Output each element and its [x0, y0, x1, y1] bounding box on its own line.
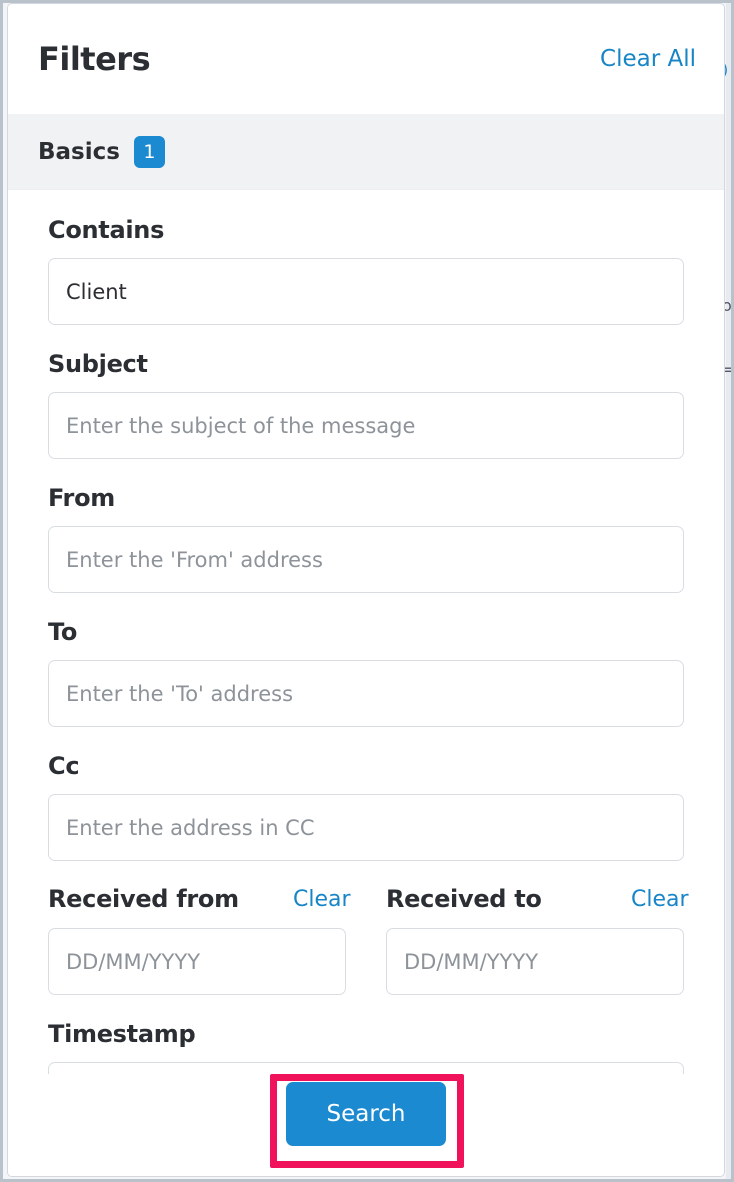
- filters-title: Filters: [38, 40, 151, 78]
- filters-panel: Filters Clear All Basics 1 Contains Subj…: [8, 4, 724, 1176]
- from-input[interactable]: [48, 526, 684, 593]
- cc-label: Cc: [48, 752, 80, 780]
- cc-input[interactable]: [48, 794, 684, 861]
- received-from-clear-link[interactable]: Clear: [293, 887, 351, 912]
- received-from-date-input[interactable]: [48, 928, 346, 995]
- received-to-label: Received to: [386, 885, 542, 913]
- received-to-clear-link[interactable]: Clear: [631, 887, 689, 912]
- contains-label: Contains: [48, 216, 165, 244]
- basics-section-title: Basics: [38, 138, 120, 165]
- active-filter-count-badge: 1: [133, 135, 165, 168]
- contains-input[interactable]: [48, 258, 684, 325]
- received-to-date-input[interactable]: [386, 928, 684, 995]
- filter-form[interactable]: Contains Subject From To Cc Received fro…: [8, 190, 724, 1074]
- to-input[interactable]: [48, 660, 684, 727]
- from-label: From: [48, 484, 115, 512]
- to-label: To: [48, 618, 78, 646]
- received-from-label: Received from: [48, 885, 239, 913]
- timestamp-label: Timestamp: [48, 1020, 196, 1048]
- basics-section-header[interactable]: Basics 1: [8, 114, 724, 190]
- subject-input[interactable]: [48, 392, 684, 459]
- clear-all-link[interactable]: Clear All: [600, 46, 696, 72]
- timestamp-input[interactable]: [48, 1062, 684, 1074]
- filters-header: Filters Clear All: [8, 4, 724, 114]
- background-app-edge: [726, 0, 734, 1182]
- search-button[interactable]: Search: [286, 1082, 446, 1146]
- subject-label: Subject: [48, 350, 148, 378]
- filters-footer: Search: [8, 1074, 724, 1176]
